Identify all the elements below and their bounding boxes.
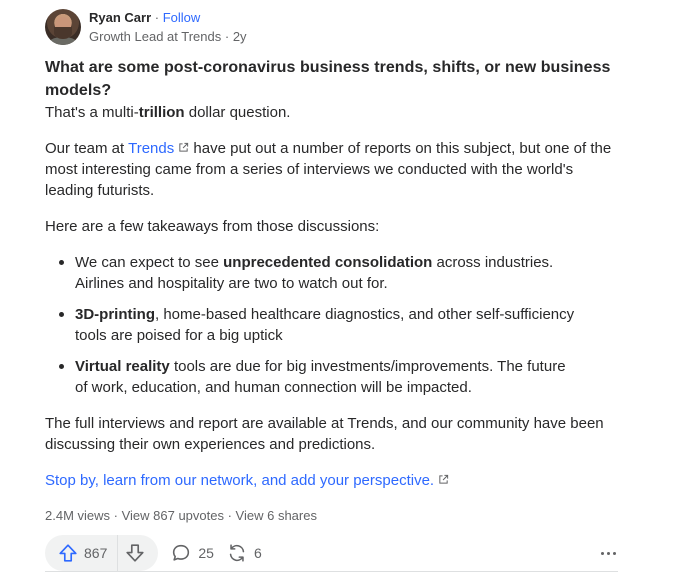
- answer-paragraph-3: Here are a few takeaways from those disc…: [45, 218, 380, 235]
- answer-timestamp[interactable]: 2y: [233, 29, 247, 44]
- question-title[interactable]: What are some post-coronavirus business …: [45, 56, 618, 102]
- cta-link[interactable]: Stop by, learn from our network, and add…: [45, 472, 449, 489]
- bold-text: trillion: [138, 104, 185, 121]
- text-span: We can expect to see: [75, 254, 224, 271]
- answer-paragraph-4: The full interviews and report are avail…: [45, 415, 604, 453]
- credential-separator: ·: [221, 28, 233, 44]
- author-name[interactable]: Ryan Carr: [89, 10, 151, 25]
- external-link-icon: [439, 474, 449, 484]
- text-span: Our team at: [45, 140, 129, 157]
- more-dots-icon: [600, 551, 604, 555]
- author-credential[interactable]: Growth Lead at Trends: [89, 29, 221, 44]
- text-span: dollar question.: [184, 104, 291, 121]
- answer-paragraph-1: That's a multi-trillion dollar question.: [45, 102, 618, 123]
- takeaways-list: We can expect to see unprecedented conso…: [45, 252, 618, 398]
- avatar[interactable]: [45, 9, 81, 45]
- trends-link[interactable]: Trends: [128, 140, 189, 157]
- author-header: Ryan Carr · Follow Growth Lead at Trends…: [45, 8, 618, 46]
- action-bar: 867 25 6: [45, 535, 618, 571]
- list-item: We can expect to see unprecedented conso…: [59, 252, 618, 294]
- stats-separator: ·: [110, 508, 122, 523]
- share-button[interactable]: 6: [226, 535, 262, 571]
- downvote-button[interactable]: [118, 535, 152, 571]
- trends-link-label: Trends: [128, 140, 175, 157]
- external-link-icon: [179, 142, 189, 152]
- answer-paragraph-5: Stop by, learn from our network, and add…: [45, 470, 618, 491]
- list-item: 3D-printing, home-based healthcare diagn…: [59, 304, 618, 346]
- author-meta: Ryan Carr · Follow Growth Lead at Trends…: [89, 9, 247, 46]
- share-reshare-icon: [229, 544, 245, 562]
- vote-pill: 867: [45, 535, 159, 571]
- share-count: 6: [253, 545, 262, 561]
- view-upvotes-link[interactable]: View 867 upvotes: [122, 508, 224, 523]
- cta-link-label: Stop by, learn from our network, and add…: [45, 472, 435, 489]
- comment-count: 25: [198, 545, 214, 561]
- more-options-button[interactable]: [594, 535, 622, 571]
- bold-text: Virtual reality: [75, 358, 170, 375]
- author-name-line: Ryan Carr · Follow: [89, 9, 247, 26]
- name-separator: ·: [151, 9, 163, 25]
- bold-text: 3D-printing: [75, 306, 155, 323]
- upvote-button[interactable]: 867: [57, 535, 119, 571]
- downvote-arrow-icon: [126, 544, 144, 562]
- author-credential-line: Growth Lead at Trends · 2y: [89, 28, 247, 46]
- list-item: Virtual reality tools are due for big in…: [59, 356, 618, 398]
- answer-paragraph-2: Our team at Trends have put out a number…: [45, 138, 618, 201]
- follow-button[interactable]: Follow: [163, 10, 201, 25]
- upvote-count: 867: [84, 545, 108, 561]
- upvote-arrow-icon: [59, 544, 77, 562]
- answer-card: Ryan Carr · Follow Growth Lead at Trends…: [45, 8, 618, 571]
- comment-bubble-icon: [173, 544, 190, 561]
- stats-separator: ·: [223, 508, 236, 523]
- text-span: That's a multi-: [45, 104, 139, 121]
- more-dots-icon: [612, 551, 616, 555]
- view-shares-link[interactable]: View 6 shares: [236, 508, 317, 523]
- answer-body: That's a multi-trillion dollar question.…: [45, 102, 618, 491]
- bold-text: unprecedented consolidation: [223, 254, 433, 271]
- comment-button[interactable]: 25: [170, 535, 214, 571]
- answer-stats: 2.4M views · View 867 upvotes · View 6 s…: [45, 507, 618, 525]
- more-dots-icon: [606, 551, 610, 555]
- views-count: 2.4M views: [45, 508, 111, 523]
